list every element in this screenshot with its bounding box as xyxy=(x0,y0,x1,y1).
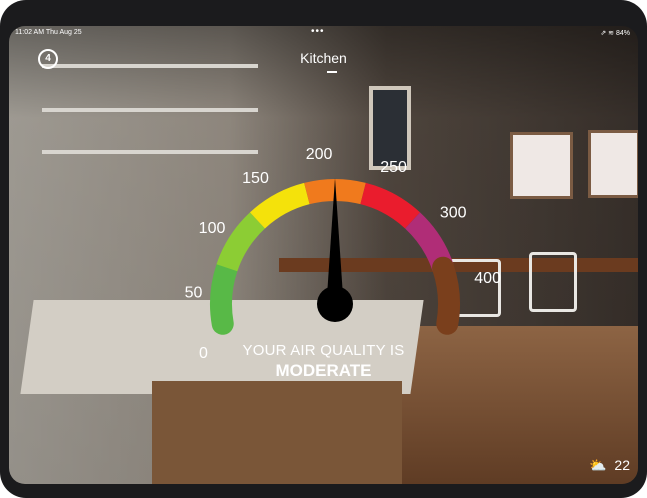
gauge-arc-segment xyxy=(216,212,266,272)
gauge-arc-segment xyxy=(210,256,238,335)
partly-cloudy-sun-icon: ⛅ xyxy=(589,457,607,473)
gauge-tick-label: 150 xyxy=(242,170,269,187)
weather-widget[interactable]: ⛅ 22 xyxy=(589,457,630,474)
gauge-tick-label: 50 xyxy=(185,285,203,302)
needle-hub xyxy=(317,286,353,322)
air-quality-gauge: 050100150200250300400 xyxy=(185,146,501,362)
gauge-arc-segment xyxy=(432,256,460,335)
weather-temperature: 22 xyxy=(614,457,630,473)
gauge-arc-segment xyxy=(360,182,421,229)
gauge-tick-label: 250 xyxy=(380,159,407,176)
gauge-tick-label: 200 xyxy=(306,146,333,163)
ipad-device: 11:02 AM Thu Aug 25 ••• ⇗ ≋ 84% 4 Kitche… xyxy=(0,0,647,498)
gauge-tick-label: 100 xyxy=(199,220,226,237)
air-quality-caption: YOUR AIR QUALITY IS xyxy=(242,342,405,359)
air-quality-level: MODERATE xyxy=(275,361,372,380)
gauge-arc-segment xyxy=(249,182,310,229)
gauge-tick-label: 400 xyxy=(474,270,501,287)
app-screen: 11:02 AM Thu Aug 25 ••• ⇗ ≋ 84% 4 Kitche… xyxy=(9,26,638,484)
gauge-tick-label: 300 xyxy=(440,205,467,222)
